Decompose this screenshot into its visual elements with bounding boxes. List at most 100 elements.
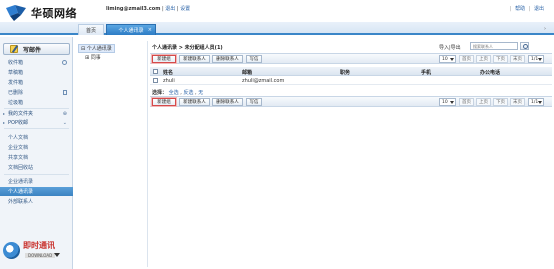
last-page-link[interactable]: 末页 bbox=[510, 98, 525, 106]
trash-icon[interactable] bbox=[63, 90, 67, 95]
first-page-link[interactable]: 首页 bbox=[459, 55, 474, 63]
user-info: liming@zmail3.com | 退出 | 设置 bbox=[106, 5, 190, 12]
last-page-link[interactable]: 末页 bbox=[510, 55, 525, 63]
delete-contact-button[interactable]: 删除联系人 bbox=[212, 55, 243, 63]
select-all-checkbox[interactable] bbox=[153, 69, 158, 74]
brand-logo[interactable]: 华硕网络 bbox=[4, 3, 77, 23]
sidebar-item-external-contacts[interactable]: 外部联系人 bbox=[0, 197, 73, 206]
sidebar-item-sent[interactable]: 发件箱 bbox=[0, 78, 73, 87]
new-contact-button[interactable]: 新建联系人 bbox=[179, 55, 210, 63]
sidebar-item-label: 外部联系人 bbox=[8, 199, 34, 205]
next-page-link[interactable]: 下页 bbox=[493, 98, 508, 106]
sidebar-item-label: 共享文档 bbox=[8, 155, 29, 161]
separator: | bbox=[509, 6, 512, 12]
new-group-button[interactable]: 新建组 bbox=[152, 55, 176, 63]
separator: | bbox=[528, 6, 531, 12]
sidebar-item-label: 垃圾箱 bbox=[8, 100, 24, 106]
compose-label: 写邮件 bbox=[23, 46, 42, 54]
page-select[interactable]: 1/1 bbox=[528, 55, 544, 63]
tree-item-personal-contacts[interactable]: ⊟ 个人通讯录 bbox=[78, 44, 115, 53]
write-letter-button[interactable]: 写信 bbox=[246, 55, 262, 63]
sidebar-item-personal-docs[interactable]: 个人文档 bbox=[0, 133, 73, 142]
sidebar-item-label: 收件箱 bbox=[8, 60, 24, 66]
per-page-value: 10 bbox=[442, 56, 448, 62]
table-header: 姓名 邮箱 职务 手机 办公电话 bbox=[150, 67, 552, 76]
top-header: 华硕网络 liming@zmail3.com | 退出 | 设置 | 帮助 | … bbox=[0, 0, 554, 22]
tree-expand-icon[interactable]: ⊞ bbox=[85, 55, 89, 61]
column-title[interactable]: 职务 bbox=[340, 69, 350, 76]
per-page-select[interactable]: 10 bbox=[439, 55, 456, 63]
table-row[interactable]: zhuli zhuli@zmail.com bbox=[150, 76, 552, 85]
sidebar-section-my-folders[interactable]: ▸ 我的文件夹 ⊕ bbox=[0, 109, 73, 118]
contact-group-tree: ⊟ 个人通讯录 ⊞ 同事 bbox=[76, 41, 148, 267]
selection-links: 选择： 全选 , 反选 , 无 bbox=[152, 89, 203, 96]
im-download-label: DOWNLOAD bbox=[25, 253, 56, 258]
add-icon[interactable]: ⊕ bbox=[63, 111, 67, 117]
sidebar: 写邮件 收件箱 草稿箱 发件箱 已删除 垃圾箱 ▸ 我的文件夹 ⊕ ▸ POP收邮 ⌄ … bbox=[0, 37, 73, 269]
sidebar-item-spam[interactable]: 垃圾箱 bbox=[0, 98, 73, 107]
new-group-button[interactable]: 新建组 bbox=[152, 98, 176, 106]
per-page-select[interactable]: 10 bbox=[439, 98, 456, 106]
tab-home[interactable]: 首页 bbox=[78, 24, 104, 35]
refresh-icon[interactable] bbox=[62, 60, 67, 65]
row-checkbox[interactable] bbox=[153, 78, 158, 83]
prev-page-link[interactable]: 上页 bbox=[476, 98, 491, 106]
sidebar-item-label: 发件箱 bbox=[8, 80, 24, 86]
tree-item-label: 个人通讯录 bbox=[86, 46, 112, 52]
sidebar-item-doc-recycle[interactable]: 文档回收站 bbox=[0, 163, 73, 172]
top-right-links: | 帮助 | 退出 bbox=[508, 5, 544, 12]
im-download-widget[interactable]: 即时通讯 DOWNLOAD bbox=[3, 238, 71, 262]
sidebar-section-label: POP收邮 bbox=[8, 120, 28, 126]
toolbar-top: 新建组 新建联系人 删除联系人 写信 10 首页 上页 下页 末页 1/1 bbox=[150, 53, 552, 64]
tree-expand-icon[interactable]: ⊟ bbox=[81, 46, 85, 52]
chevron-down-icon bbox=[538, 101, 542, 104]
sidebar-item-deleted[interactable]: 已删除 bbox=[0, 88, 73, 97]
column-office-phone[interactable]: 办公电话 bbox=[480, 69, 500, 76]
chevron-down-icon[interactable]: ⌄ bbox=[63, 120, 67, 126]
search-icon[interactable] bbox=[520, 42, 529, 50]
import-export-link[interactable]: 导入|导出 bbox=[439, 44, 461, 51]
scroll-right-icon[interactable]: › bbox=[544, 26, 550, 32]
sidebar-item-label: 草稿箱 bbox=[8, 70, 24, 76]
next-page-link[interactable]: 下页 bbox=[493, 55, 508, 63]
sidebar-item-company-docs[interactable]: 企业文档 bbox=[0, 143, 73, 152]
tree-item-colleagues[interactable]: ⊞ 同事 bbox=[85, 54, 101, 61]
close-icon[interactable]: × bbox=[148, 27, 152, 33]
im-logo-icon bbox=[3, 242, 20, 259]
cell-email[interactable]: zhuli@zmail.com bbox=[242, 78, 284, 84]
sidebar-item-personal-contacts[interactable]: 个人通讯录 bbox=[0, 187, 73, 196]
caret-right-icon: ▸ bbox=[3, 111, 6, 116]
sidebar-item-drafts[interactable]: 草稿箱 bbox=[0, 68, 73, 77]
sidebar-item-inbox[interactable]: 收件箱 bbox=[0, 58, 73, 67]
exit-link[interactable]: 退出 bbox=[534, 6, 544, 12]
settings-link[interactable]: 设置 bbox=[180, 6, 190, 12]
sidebar-item-label: 个人通讯录 bbox=[8, 189, 34, 195]
new-contact-button[interactable]: 新建联系人 bbox=[179, 98, 210, 106]
sidebar-item-company-contacts[interactable]: 企业通讯录 bbox=[0, 177, 73, 186]
write-letter-button[interactable]: 写信 bbox=[246, 98, 262, 106]
user-email: liming@zmail3.com bbox=[106, 6, 161, 12]
delete-contact-button[interactable]: 删除联系人 bbox=[212, 98, 243, 106]
brand-logo-icon bbox=[6, 5, 26, 21]
caret-right-icon: ▸ bbox=[3, 120, 6, 125]
sidebar-item-label: 企业通讯录 bbox=[8, 179, 34, 185]
cell-name[interactable]: zhuli bbox=[163, 78, 175, 84]
sidebar-item-shared-docs[interactable]: 共享文档 bbox=[0, 153, 73, 162]
download-arrow-icon bbox=[54, 253, 60, 257]
tree-item-label: 同事 bbox=[90, 55, 101, 61]
column-email[interactable]: 邮箱 bbox=[242, 69, 252, 76]
column-mobile[interactable]: 手机 bbox=[421, 69, 431, 76]
first-page-link[interactable]: 首页 bbox=[459, 98, 474, 106]
toolbar-bottom: 新建组 新建联系人 删除联系人 写信 10 首页 上页 下页 末页 1/1 bbox=[150, 96, 552, 107]
column-name[interactable]: 姓名 bbox=[163, 69, 173, 76]
compose-button[interactable]: 写邮件 bbox=[3, 43, 70, 55]
sidebar-section-pop[interactable]: ▸ POP收邮 ⌄ bbox=[0, 118, 73, 127]
search-input[interactable] bbox=[470, 42, 518, 50]
sidebar-item-label: 已删除 bbox=[8, 90, 24, 96]
im-title: 即时通讯 bbox=[23, 241, 55, 250]
logout-link[interactable]: 退出 bbox=[165, 6, 175, 12]
page-select[interactable]: 1/1 bbox=[528, 98, 544, 106]
prev-page-link[interactable]: 上页 bbox=[476, 55, 491, 63]
help-link[interactable]: 帮助 bbox=[515, 6, 525, 12]
tab-personal-contacts[interactable]: 个人通讯录 × bbox=[106, 24, 156, 35]
